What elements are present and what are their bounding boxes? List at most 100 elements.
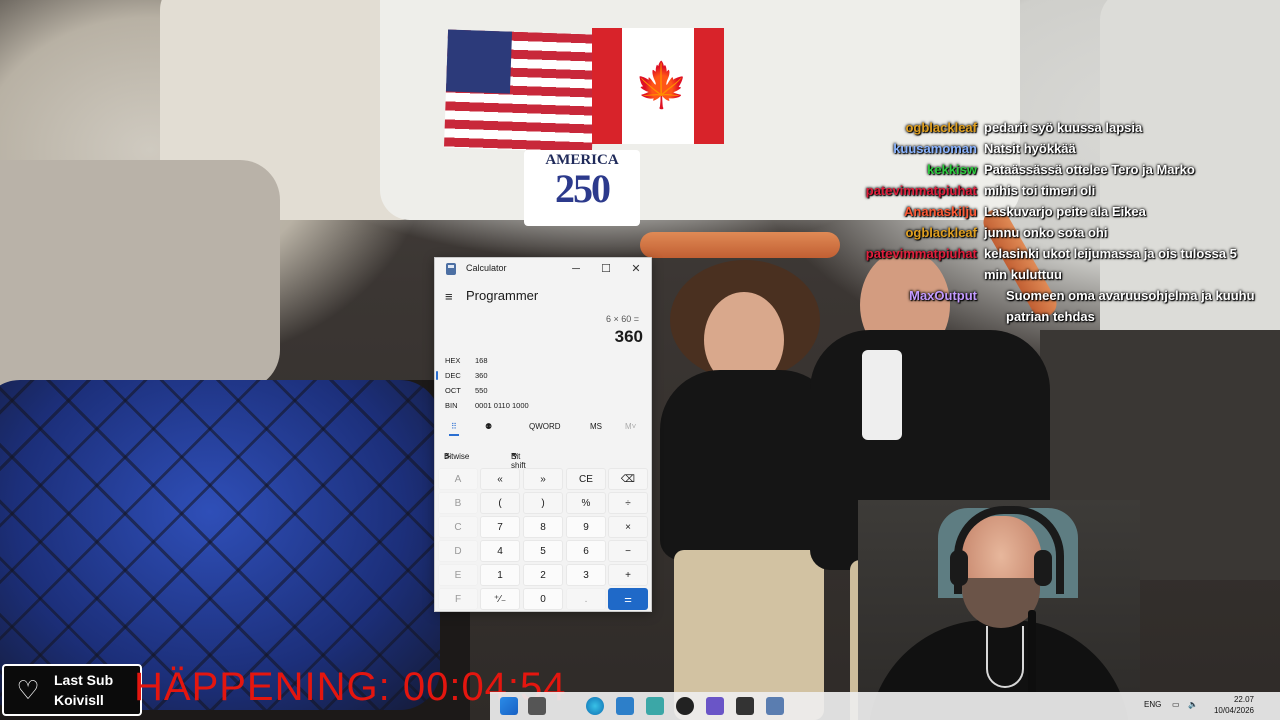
base-value: 550 [475,386,488,395]
key-d[interactable]: D [438,540,478,562]
base-dec[interactable]: DEC 360 [435,367,651,382]
headset-earcup [950,550,968,586]
key-a[interactable]: A [438,468,478,490]
language-indicator[interactable]: ENG [1144,700,1161,709]
key-negate[interactable]: ⁺∕₋ [480,588,520,610]
keypad-mode-row: ⠿ ⚉ QWORD MS M˅ [435,418,651,436]
bitwise-dropdown[interactable]: ⊳ Bitwise ⌄ [444,448,469,461]
chat-username: kekkisw [927,162,977,177]
key-c[interactable]: C [438,516,478,538]
close-button[interactable]: ✕ [621,259,651,279]
maple-leaf-icon: 🍁 [634,61,689,110]
taskbar-clock[interactable]: 22.07 10/04/2026 [1208,694,1254,716]
chat-text: Laskuvarjo peite ala Eikea [984,204,1146,219]
chat-username: ogblackleaf [905,120,977,135]
word-size-button[interactable]: QWORD [529,422,561,431]
obs-icon[interactable] [676,697,694,715]
key-multiply[interactable]: × [608,516,648,538]
bit-toggle-icon[interactable]: ⚉ [485,422,492,431]
bitwise-label: Bitwise [444,452,470,461]
headset-earcup [1034,550,1052,586]
last-sub-title: Last Sub [54,672,114,688]
chat-text-cont: patrian tehdas [1006,309,1095,324]
base-label: OCT [445,386,461,395]
base-value: 360 [475,371,488,380]
key-e[interactable]: E [438,564,478,586]
key-2[interactable]: 2 [523,564,563,586]
key-percent[interactable]: % [566,492,606,514]
volume-icon[interactable]: 🔈 [1188,700,1198,709]
key-8[interactable]: 8 [523,516,563,538]
chat-text: pedarit syö kuussa lapsia [984,120,1143,135]
key-backspace[interactable]: ⌫ [608,468,648,490]
clock-date: 10/04/2026 [1213,706,1254,715]
result-display: 360 [614,327,643,346]
key-6[interactable]: 6 [566,540,606,562]
last-sub-widget: ♡ Last Sub Koivisll [2,664,142,716]
key-subtract[interactable]: − [608,540,648,562]
file-explorer-icon[interactable] [616,697,634,715]
app-icon[interactable] [646,697,664,715]
microphone [862,350,902,440]
chat-text: mihis toi timeri oli [984,183,1096,198]
chat-username: MaxOutput [909,288,977,303]
windows-start-icon[interactable] [500,697,518,715]
app-icon-2[interactable] [706,697,724,715]
menu-icon[interactable]: ≡ [445,289,453,304]
heart-icon: ♡ [16,675,40,705]
mode-header: ≡ Programmer [435,286,651,306]
base-hex[interactable]: HEX 168 [435,352,651,367]
expression-display: 6 × 60 = [605,314,639,324]
calculator-app-icon [446,263,456,275]
memory-store-button[interactable]: MS [590,422,602,431]
base-bin[interactable]: BIN 0001 0110 1000 [435,397,651,412]
chat-text-cont: min kuluttuu [984,267,1062,282]
base-oct[interactable]: OCT 550 [435,382,651,397]
mode-title: Programmer [466,288,539,303]
chat-username: kuusamoman [893,141,977,156]
memory-menu-button[interactable]: M˅ [625,422,636,431]
key-7[interactable]: 7 [480,516,520,538]
key-4[interactable]: 4 [480,540,520,562]
search-icon[interactable] [528,697,546,715]
chat-username: patevimmatpiuhat [865,183,977,198]
key-3[interactable]: 3 [566,564,606,586]
chat-text: Pataässässä ottelee Tero ja Marko [984,162,1195,177]
key-rotate-right[interactable]: » [523,468,563,490]
key-decimal[interactable]: . [566,588,606,610]
base-label: HEX [445,356,461,365]
calculator-window[interactable]: Calculator ─ ☐ ✕ ≡ Programmer 6 × 60 = 3… [434,257,652,612]
key-divide[interactable]: ÷ [608,492,648,514]
calculator-taskbar-icon[interactable] [766,697,784,715]
key-open-paren[interactable]: ( [480,492,520,514]
keypad-tab-underline [449,434,459,436]
full-keypad-icon[interactable]: ⠿ [451,422,457,431]
cargo-bag-net [0,380,440,710]
key-9[interactable]: 9 [566,516,606,538]
bitshift-dropdown[interactable]: ⅋ Bit shift ⌄ [511,448,526,470]
operator-menus-row: ⊳ Bitwise ⌄ ⅋ Bit shift ⌄ [435,444,651,470]
network-icon[interactable]: ▭ [1172,700,1180,709]
key-close-paren[interactable]: ) [523,492,563,514]
chat-text: junnu onko sota ohi [984,225,1108,240]
key-clear-entry[interactable]: CE [566,468,606,490]
base-label: DEC [445,371,461,380]
key-5[interactable]: 5 [523,540,563,562]
key-add[interactable]: + [608,564,648,586]
minimize-button[interactable]: ─ [561,259,591,279]
base-value: 0001 0110 1000 [475,401,529,410]
key-b[interactable]: B [438,492,478,514]
chat-username: patevimmatpiuhat [865,246,977,261]
necklace [986,626,1024,688]
app-icon-3[interactable] [736,697,754,715]
browser-edge-icon[interactable] [586,697,604,715]
key-1[interactable]: 1 [480,564,520,586]
chat-username: Ananaskilju [904,204,977,219]
key-0[interactable]: 0 [523,588,563,610]
key-rotate-left[interactable]: « [480,468,520,490]
key-f[interactable]: F [438,588,478,610]
maximize-button[interactable]: ☐ [591,259,621,279]
chat-username: ogblackleaf [905,225,977,240]
title-bar[interactable]: Calculator ─ ☐ ✕ [435,258,651,280]
key-equals[interactable]: = [608,588,648,610]
